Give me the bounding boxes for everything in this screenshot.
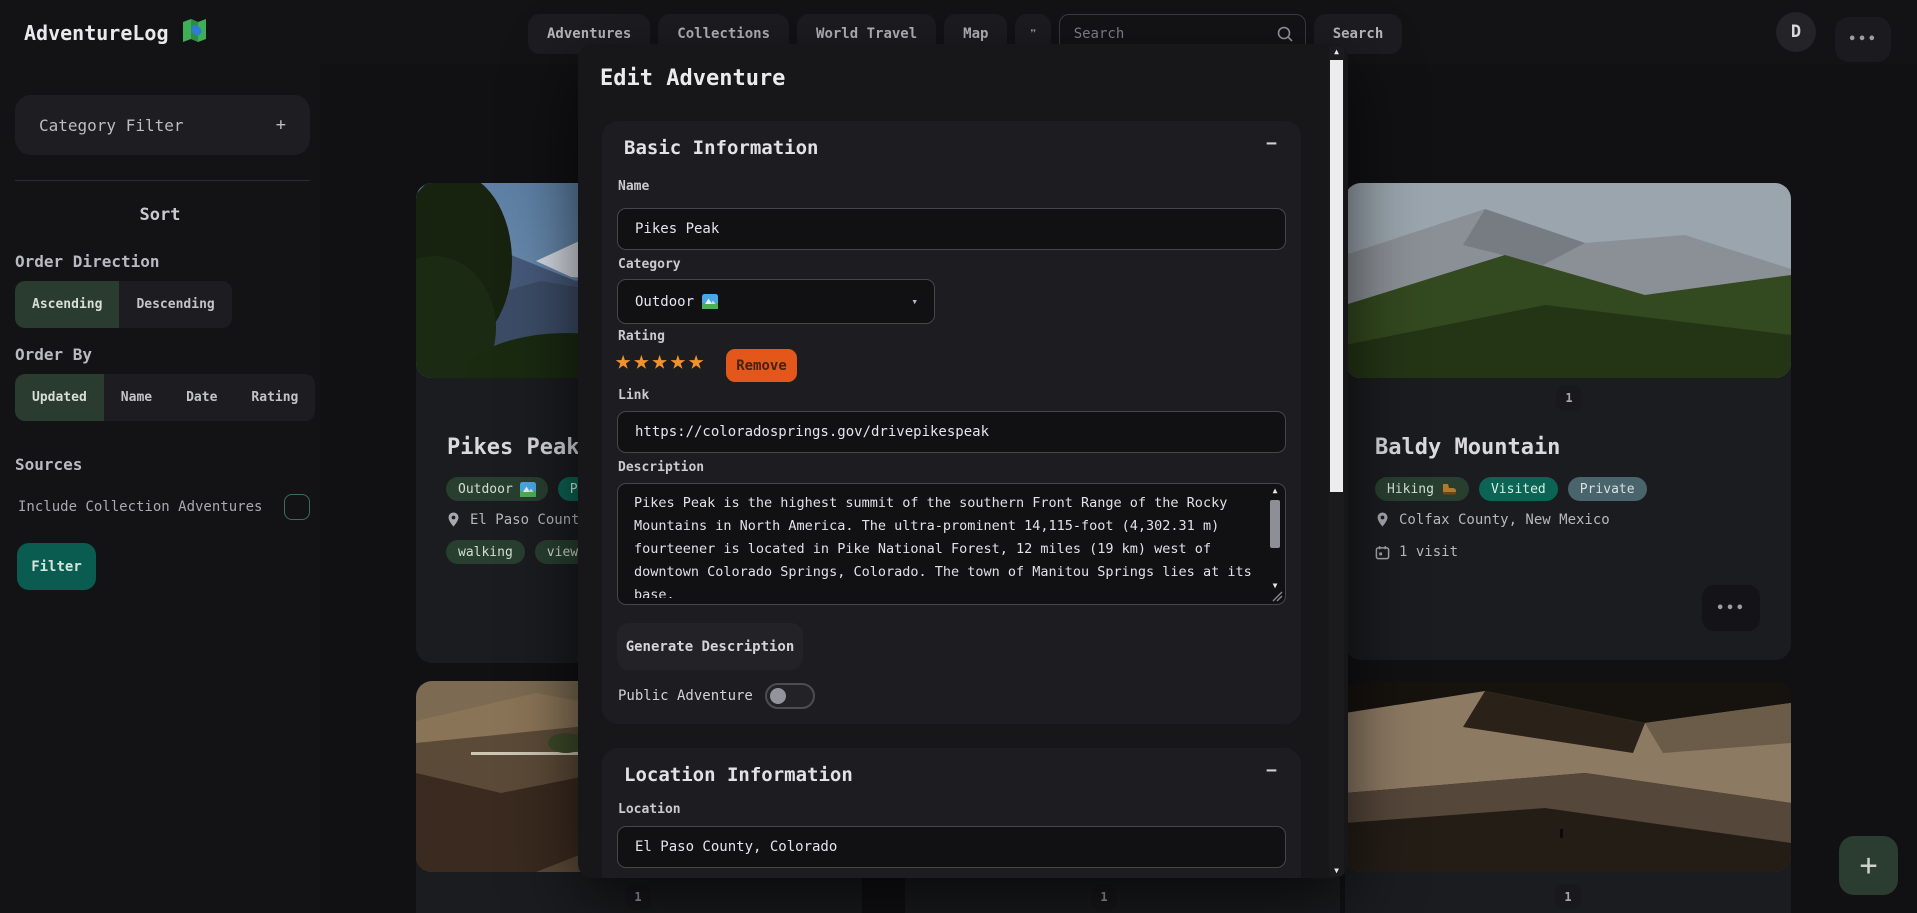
rating-stars[interactable]: ★★★★★ xyxy=(615,347,706,374)
location-information-section: Location Information − Location xyxy=(602,748,1301,878)
add-adventure-button[interactable]: + xyxy=(1839,836,1898,895)
rating-label: Rating xyxy=(618,329,665,344)
logo[interactable]: AdventureLog xyxy=(24,17,208,48)
category-filter-label: Category Filter xyxy=(39,116,184,135)
public-adventure-row: Public Adventure xyxy=(618,683,815,709)
modal-scrollbar[interactable]: ▲ ▼ xyxy=(1329,46,1344,876)
location-input[interactable] xyxy=(617,826,1286,868)
order-by-label: Order By xyxy=(15,345,92,364)
public-adventure-label: Public Adventure xyxy=(618,688,753,704)
description-textarea[interactable]: Pikes Peak is the highest summit of the … xyxy=(617,483,1286,605)
card-visits: 1 visit xyxy=(1399,544,1458,560)
category-label: Category xyxy=(618,257,681,272)
category-select[interactable]: Outdoor ▾ xyxy=(617,279,935,324)
park-icon xyxy=(702,294,718,309)
tag-pill: walking xyxy=(446,540,525,564)
generate-description-button[interactable]: Generate Description xyxy=(617,623,803,670)
description-label: Description xyxy=(618,460,704,475)
scroll-up-icon[interactable]: ▲ xyxy=(1270,486,1280,495)
scroll-down-icon[interactable]: ▼ xyxy=(1329,866,1344,875)
navbar-more-button[interactable]: ••• xyxy=(1835,17,1891,62)
order-direction-label: Order Direction xyxy=(15,252,160,271)
category-badge: Outdoor xyxy=(446,477,548,501)
card-dunes: 1 xyxy=(1345,681,1791,913)
visited-badge: Visited xyxy=(1479,477,1558,501)
collapse-icon[interactable]: − xyxy=(1266,133,1277,154)
sources-label: Sources xyxy=(15,455,82,474)
image-count-badge: 1 xyxy=(1555,884,1581,910)
calendar-icon xyxy=(1375,545,1390,560)
include-collections-row: Include Collection Adventures xyxy=(18,494,310,520)
card-more-button[interactable]: ••• xyxy=(1702,585,1760,631)
park-icon xyxy=(520,482,536,497)
public-adventure-toggle[interactable] xyxy=(765,683,815,709)
card-badges: Hiking Visited Private xyxy=(1375,477,1647,501)
textarea-scrollbar[interactable]: ▲ ▼ xyxy=(1268,486,1282,590)
card-title: Pikes Peak xyxy=(447,435,579,460)
ascending-button[interactable]: Ascending xyxy=(15,281,119,328)
link-label: Link xyxy=(618,388,649,403)
category-badge-label: Outdoor xyxy=(458,482,513,497)
sidebar-divider xyxy=(15,180,310,181)
card-tags: walking views xyxy=(446,540,598,564)
category-value: Outdoor xyxy=(635,294,694,310)
resize-grip-icon[interactable] xyxy=(1271,590,1283,602)
card-baldy-mountain: 1 Baldy Mountain Hiking Visited Private … xyxy=(1345,183,1791,660)
image-count-badge: 1 xyxy=(625,884,651,910)
sort-heading: Sort xyxy=(0,205,320,225)
logo-text: AdventureLog xyxy=(24,21,169,45)
pin-icon xyxy=(446,511,461,528)
location-label: Location xyxy=(618,802,681,817)
baldy-mountain-image xyxy=(1345,183,1791,378)
user-avatar[interactable]: D xyxy=(1776,12,1816,52)
scroll-down-icon[interactable]: ▼ xyxy=(1270,581,1280,590)
modal-title: Edit Adventure xyxy=(600,66,785,91)
card-location: Colfax County, New Mexico xyxy=(1399,512,1610,528)
sidebar: Category Filter + Sort Order Direction A… xyxy=(0,64,320,913)
chevron-down-icon: ▾ xyxy=(911,295,918,308)
pin-icon xyxy=(1375,511,1390,528)
location-information-heading: Location Information xyxy=(624,764,853,786)
edit-adventure-modal: Edit Adventure Basic Information − Name … xyxy=(578,44,1348,878)
scroll-up-icon[interactable]: ▲ xyxy=(1329,47,1344,56)
order-by-date[interactable]: Date xyxy=(169,374,234,421)
modal-scroll-thumb[interactable] xyxy=(1330,60,1343,492)
private-badge: Private xyxy=(1568,477,1647,501)
name-input[interactable] xyxy=(617,208,1286,250)
collapse-icon[interactable]: − xyxy=(1266,760,1277,781)
toggle-knob xyxy=(770,688,786,704)
remove-rating-button[interactable]: Remove xyxy=(726,349,797,382)
image-count-badge: 1 xyxy=(1556,385,1582,411)
link-input[interactable] xyxy=(617,411,1286,453)
order-direction-group: Ascending Descending xyxy=(15,281,232,328)
order-by-name[interactable]: Name xyxy=(104,374,169,421)
order-by-updated[interactable]: Updated xyxy=(15,374,104,421)
order-by-rating[interactable]: Rating xyxy=(234,374,315,421)
include-collections-checkbox[interactable] xyxy=(284,494,310,520)
card-visits-row: 1 visit xyxy=(1375,544,1458,560)
textarea-scroll-thumb[interactable] xyxy=(1270,500,1280,548)
dunes-image xyxy=(1345,681,1791,872)
adventurelog-app: AdventureLog Adventures Collections Worl… xyxy=(0,0,1917,913)
card-location-row: Colfax County, New Mexico xyxy=(1375,511,1610,528)
image-count-badge: 1 xyxy=(1091,884,1117,910)
order-by-group: Updated Name Date Rating xyxy=(15,374,315,421)
plus-icon: + xyxy=(276,115,286,135)
filter-button[interactable]: Filter xyxy=(17,543,96,590)
basic-information-heading: Basic Information xyxy=(624,137,818,159)
map-icon xyxy=(181,17,208,48)
name-label: Name xyxy=(618,179,649,194)
category-badge-label: Hiking xyxy=(1387,482,1434,497)
category-filter-panel[interactable]: Category Filter + xyxy=(15,95,310,155)
category-badge: Hiking xyxy=(1375,477,1469,501)
include-collections-label: Include Collection Adventures xyxy=(18,499,262,515)
description-text: Pikes Peak is the highest summit of the … xyxy=(634,492,1257,598)
descending-button[interactable]: Descending xyxy=(119,281,231,328)
basic-information-section: Basic Information − Name Category Outdoo… xyxy=(602,121,1301,724)
boot-icon xyxy=(1441,482,1457,496)
card-title: Baldy Mountain xyxy=(1375,435,1560,460)
